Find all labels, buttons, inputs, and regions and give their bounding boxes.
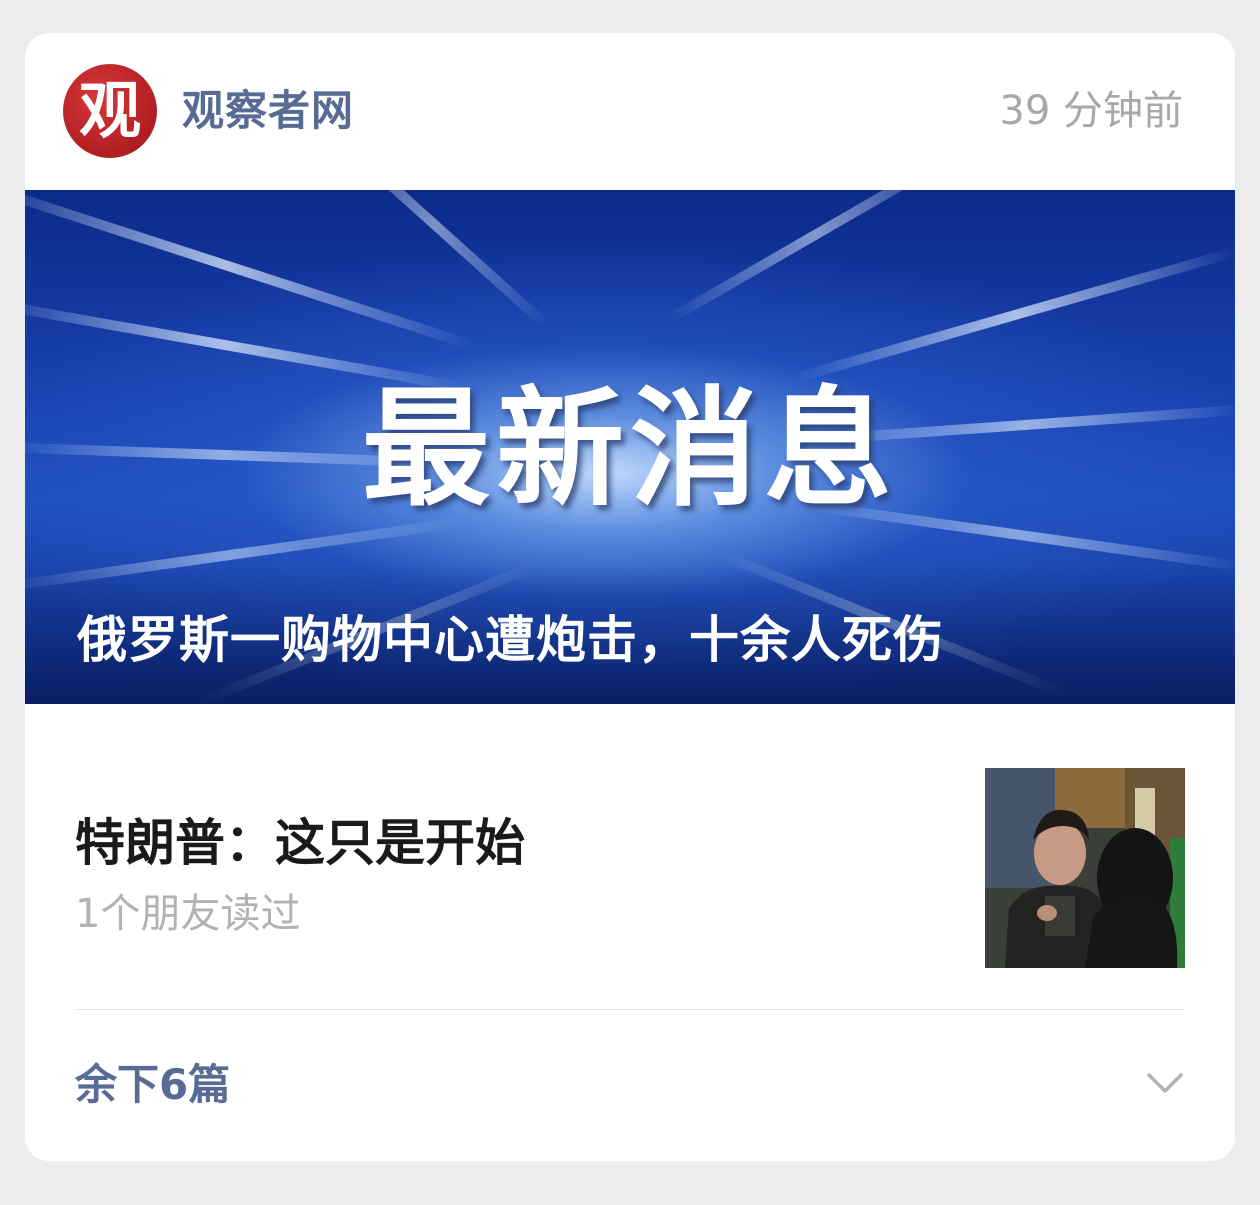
article-title[interactable]: 特朗普：这只是开始: [75, 810, 525, 876]
timestamp: 39 分钟前: [999, 88, 1183, 134]
divider: [75, 1009, 1185, 1010]
account-name[interactable]: 观察者网: [182, 81, 354, 141]
light-ray: [665, 190, 965, 325]
list-item[interactable]: 特朗普：这只是开始 1个朋友读过: [75, 768, 1185, 968]
article-card[interactable]: 观 观察者网 39 分钟前 最新消息 俄罗斯一购物中心遭炮击，十余人死伤 特朗普…: [25, 33, 1235, 1161]
hero-headline-graphic: 最新消息: [361, 375, 898, 524]
card-header: 观 观察者网 39 分钟前: [25, 33, 1235, 190]
account-avatar[interactable]: 观: [63, 64, 157, 158]
avatar-logo-glyph: 观: [78, 74, 141, 147]
hero-banner[interactable]: 最新消息 俄罗斯一购物中心遭炮击，十余人死伤: [25, 190, 1235, 704]
thumbnail-photo: [985, 768, 1185, 968]
article-thumbnail[interactable]: [985, 768, 1185, 968]
chevron-down-icon[interactable]: [1145, 1063, 1185, 1103]
light-ray: [792, 246, 1235, 384]
friends-read-count: 1个朋友读过: [75, 891, 301, 937]
hero-article-title[interactable]: 俄罗斯一购物中心遭炮击，十余人死伤: [77, 608, 944, 672]
expand-remaining-articles[interactable]: 余下6篇: [75, 1055, 230, 1115]
